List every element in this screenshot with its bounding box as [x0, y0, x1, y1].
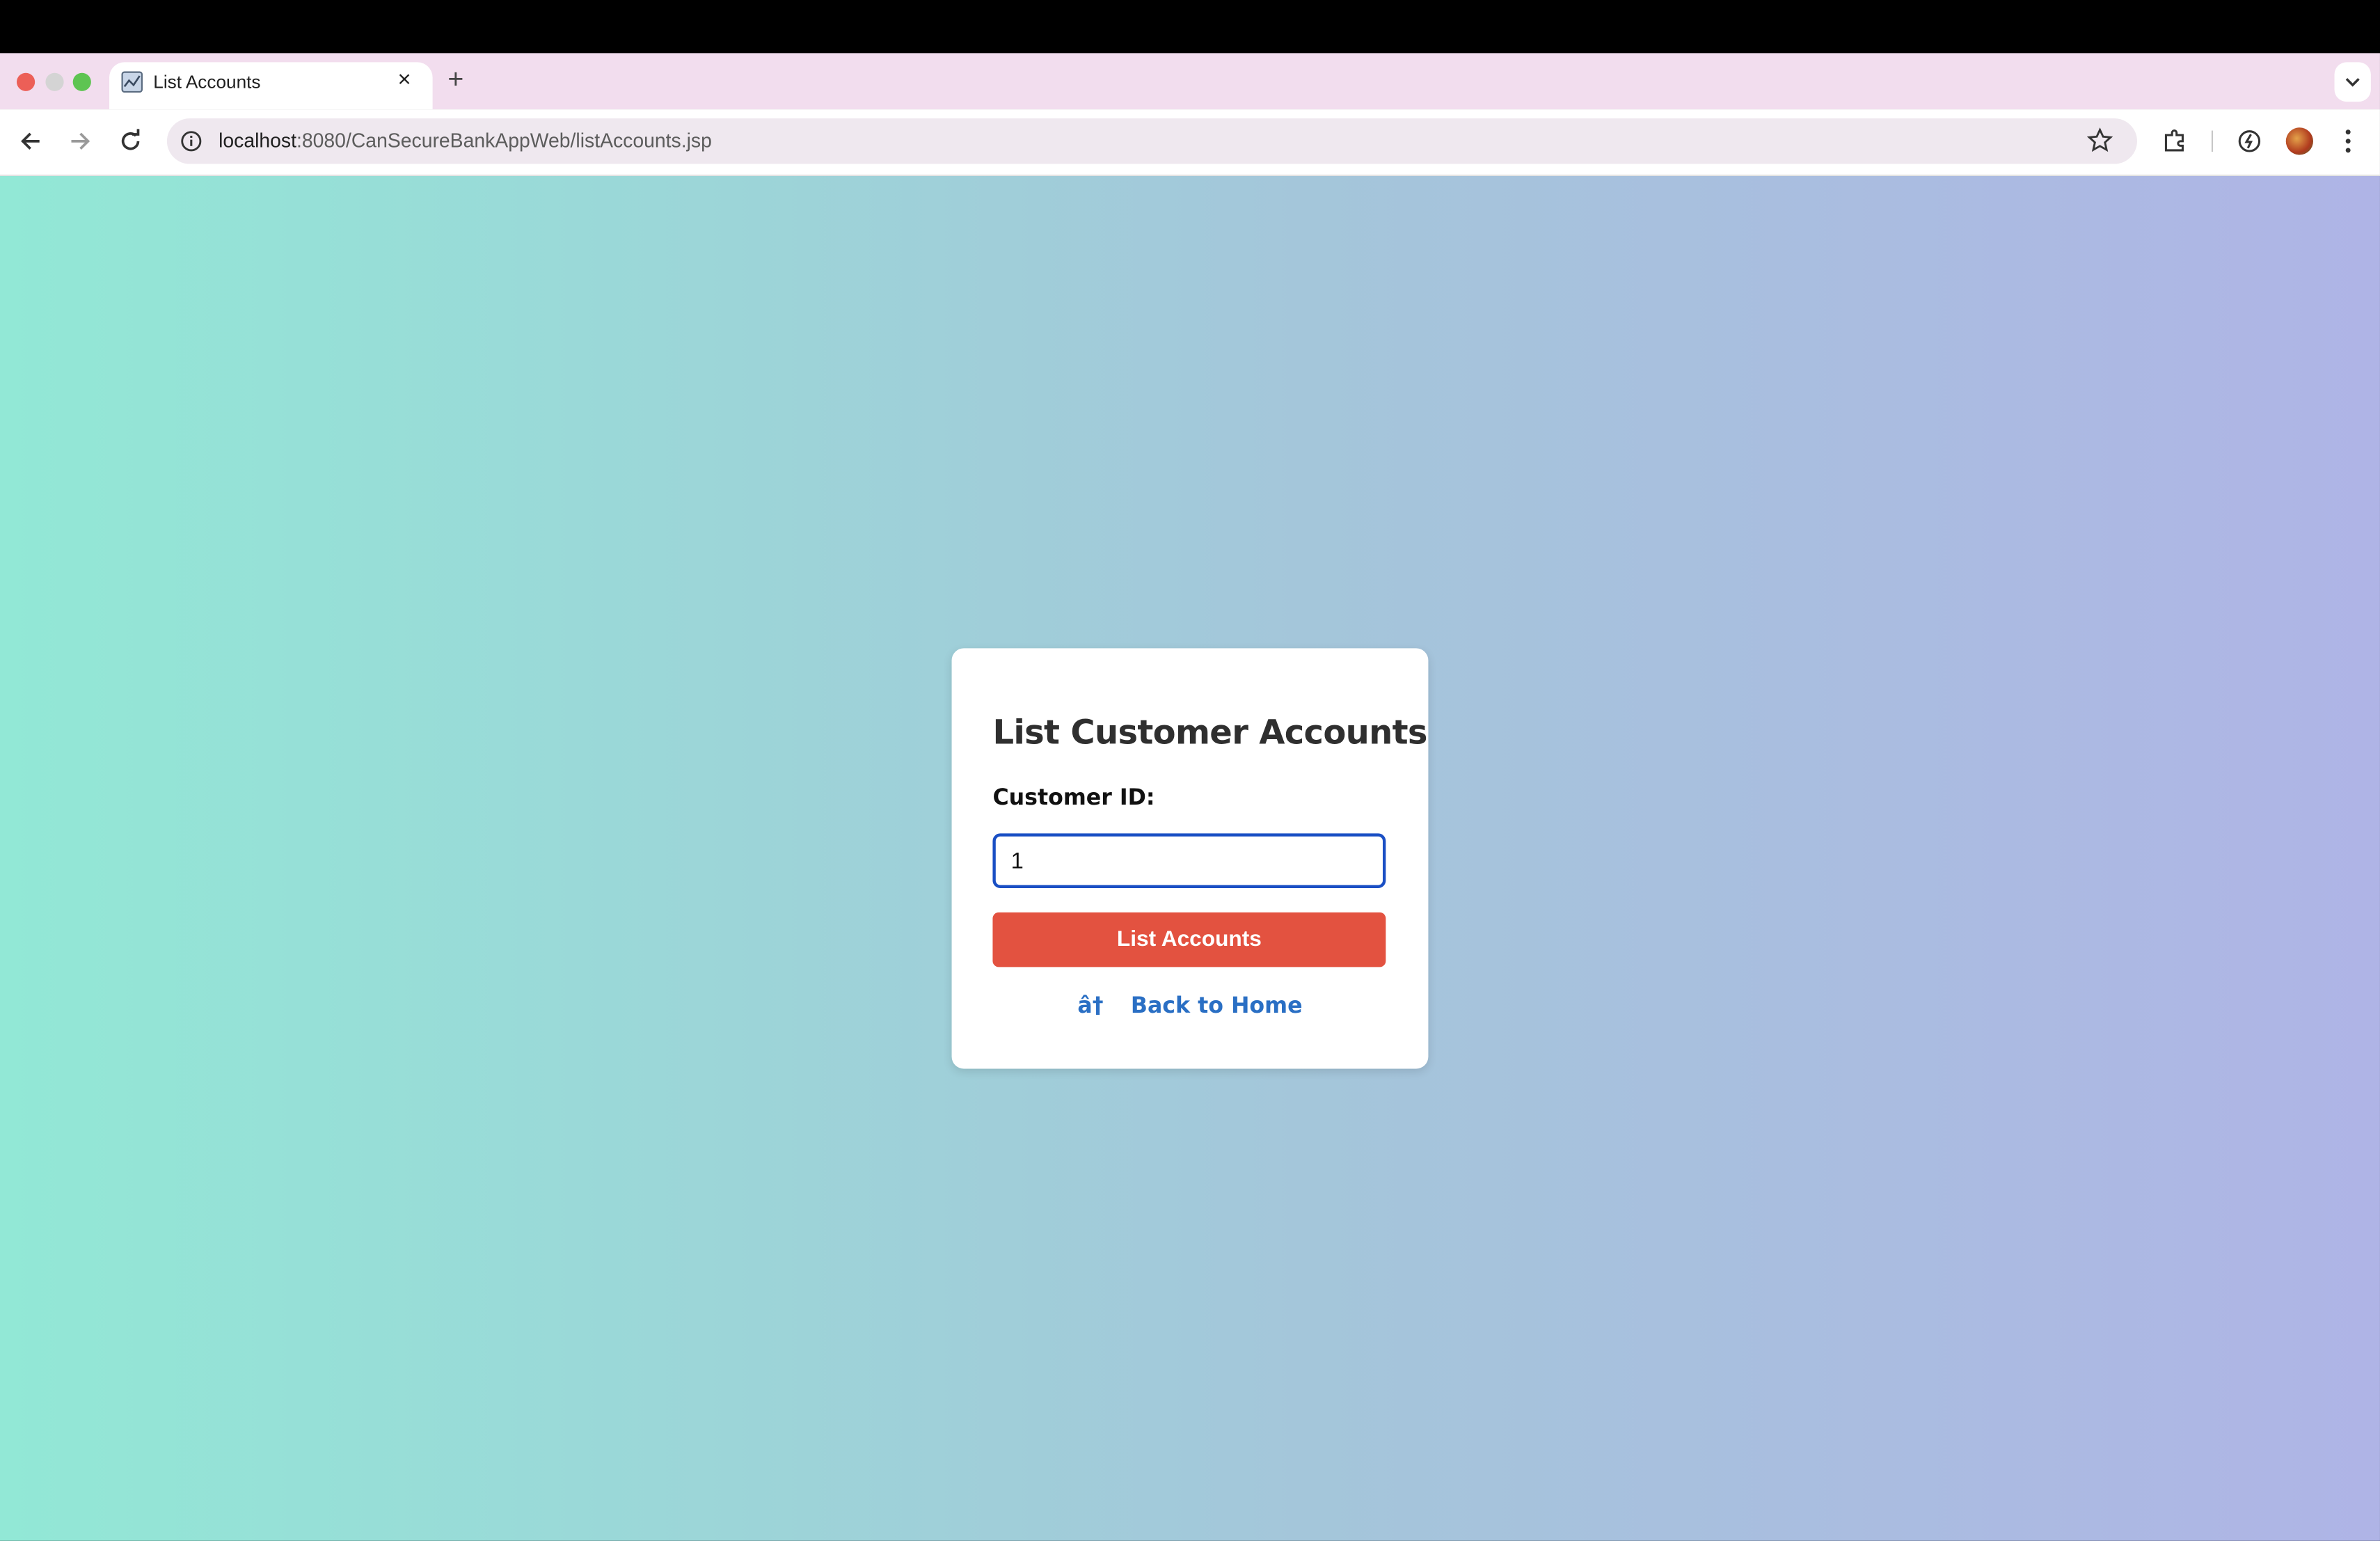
page-background: List Customer Accounts Customer ID: List… [0, 176, 2380, 1541]
chevron-down-icon [2345, 78, 2360, 87]
list-accounts-button[interactable]: List Accounts [992, 912, 1386, 967]
bookmark-star-icon[interactable] [2087, 127, 2113, 153]
address-bar[interactable]: localhost:8080/CanSecureBankAppWeb/listA… [166, 118, 2137, 164]
tab-title: List Accounts [153, 71, 261, 93]
page-title: List Customer Accounts [992, 715, 1427, 753]
list-accounts-card: List Customer Accounts Customer ID: List… [951, 648, 1429, 1069]
back-to-home-label: Back to Home [1130, 994, 1303, 1019]
extensions-puzzle-icon[interactable] [2161, 127, 2189, 155]
performance-icon[interactable] [2236, 127, 2263, 155]
site-info-icon[interactable] [181, 131, 203, 152]
url-host: localhost [219, 129, 296, 152]
toolbar-separator [2211, 130, 2214, 152]
customer-id-label: Customer ID: [992, 786, 1155, 811]
more-menu-icon[interactable] [2342, 126, 2354, 157]
forward-arrow-icon[interactable] [65, 126, 96, 157]
os-menu-bar [0, 0, 2380, 54]
page-favicon-icon [121, 71, 143, 93]
back-arrow-icon[interactable] [15, 126, 46, 157]
maximize-window-button[interactable] [72, 72, 91, 91]
profile-avatar[interactable] [2285, 127, 2313, 155]
back-arrow-glyph: â† [1077, 994, 1104, 1019]
tab-close-icon[interactable]: × [397, 67, 411, 93]
new-tab-button[interactable]: + [447, 64, 463, 96]
tab-search-button[interactable] [2334, 62, 2371, 102]
url-text[interactable]: localhost:8080/CanSecureBankAppWeb/listA… [219, 129, 712, 152]
reload-icon[interactable] [116, 126, 146, 157]
close-window-button[interactable] [16, 72, 35, 91]
customer-id-input[interactable] [992, 833, 1386, 888]
back-to-home-link[interactable]: â† Back to Home [952, 995, 1429, 1019]
url-path: :8080/CanSecureBankAppWeb/listAccounts.j… [296, 129, 712, 152]
browser-tab-active[interactable]: List Accounts × [109, 62, 433, 110]
minimize-window-button[interactable] [45, 72, 64, 91]
